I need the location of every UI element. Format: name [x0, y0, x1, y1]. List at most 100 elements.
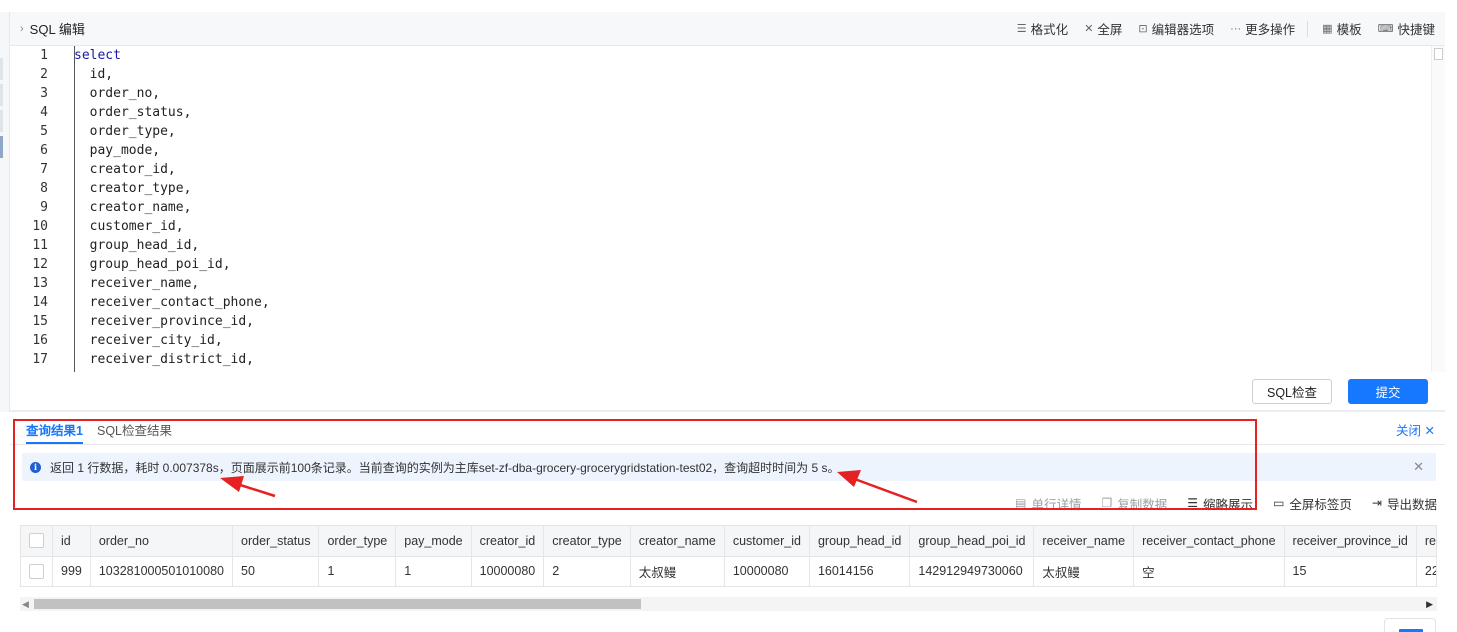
table-cell[interactable]: 太叔鳗: [1033, 556, 1135, 586]
line-number: 3: [40, 86, 48, 101]
code-line[interactable]: 11 group_head_id,: [10, 236, 199, 255]
code-line[interactable]: 15 receiver_province_id,: [10, 312, 254, 331]
code-text[interactable]: receiver_city_id,: [74, 331, 223, 350]
code-line[interactable]: 16 receiver_city_id,: [10, 331, 223, 350]
chevron-right-icon[interactable]: ›: [20, 23, 24, 35]
column-header[interactable]: order_status: [232, 526, 320, 557]
code-line[interactable]: 6 pay_mode,: [10, 141, 160, 160]
table-cell[interactable]: 16014156: [809, 556, 911, 586]
code-text[interactable]: pay_mode,: [74, 141, 160, 160]
code-text[interactable]: select: [74, 46, 121, 65]
code-line[interactable]: 17 receiver_district_id,: [10, 350, 254, 369]
column-header[interactable]: receiver_contact_phone: [1133, 526, 1285, 557]
code-text[interactable]: customer_id,: [74, 217, 184, 236]
editor-scroll-thumb[interactable]: [1434, 48, 1443, 60]
column-header[interactable]: pay_mode: [395, 526, 472, 557]
code-text[interactable]: receiver_district_id,: [74, 350, 254, 369]
table-row[interactable]: 999 103281000501010080 50 1 1 10000080 2 太叔鳗 100…: [21, 556, 1436, 586]
sql-code-editor[interactable]: 1 select 2 id, 3 order_no, 4 order_status, 5 …: [10, 46, 1445, 372]
close-icon: ✕: [1424, 424, 1435, 438]
column-header[interactable]: receiver_province_id: [1284, 526, 1417, 557]
close-icon[interactable]: ✕: [1413, 459, 1424, 475]
scroll-left-icon[interactable]: ◀: [22, 597, 29, 611]
editor-vertical-scrollbar[interactable]: [1431, 46, 1445, 372]
code-text[interactable]: creator_id,: [74, 160, 176, 179]
column-header[interactable]: order_no: [90, 526, 234, 557]
editor-options-button[interactable]: ⊡ 编辑器选项: [1138, 19, 1214, 38]
fullscreen-tab-label: 全屏标签页: [1289, 497, 1352, 512]
code-line[interactable]: 8 creator_type,: [10, 179, 191, 198]
code-text[interactable]: order_type,: [74, 122, 176, 141]
template-button[interactable]: ▦ 模板: [1322, 19, 1361, 38]
result-scroll-thumb[interactable]: [34, 599, 641, 609]
tab-sql-check-result[interactable]: SQL检查结果: [97, 420, 172, 444]
table-cell[interactable]: 103281000501010080: [90, 556, 234, 586]
fullscreen-tab-button[interactable]: ▭ 全屏标签页: [1273, 494, 1352, 513]
scroll-right-icon[interactable]: ▶: [1426, 597, 1433, 611]
code-line[interactable]: 9 creator_name,: [10, 198, 191, 217]
table-cell[interactable]: 22: [1416, 556, 1436, 586]
close-results-button[interactable]: 关闭 ✕: [1396, 420, 1435, 442]
table-cell[interactable]: 10000080: [471, 556, 545, 586]
table-cell[interactable]: 1: [318, 556, 397, 586]
shortcuts-button[interactable]: ⌨ 快捷键: [1378, 19, 1435, 38]
code-text[interactable]: order_status,: [74, 103, 192, 122]
code-text[interactable]: id,: [74, 65, 114, 84]
code-text[interactable]: creator_name,: [74, 198, 192, 217]
row-select-cell[interactable]: [21, 556, 53, 586]
floating-corner-widget[interactable]: [1384, 618, 1436, 632]
code-line[interactable]: 2 id,: [10, 65, 113, 84]
code-line[interactable]: 14 receiver_contact_phone,: [10, 293, 270, 312]
code-line[interactable]: 1 select: [10, 46, 121, 65]
fullscreen-button[interactable]: ✕ 全屏: [1084, 19, 1122, 38]
column-header[interactable]: creator_type: [543, 526, 631, 557]
code-line[interactable]: 13 receiver_name,: [10, 274, 199, 293]
table-cell[interactable]: 50: [232, 556, 320, 586]
code-line[interactable]: 7 creator_id,: [10, 160, 176, 179]
tab-query-result-1[interactable]: 查询结果1: [26, 420, 83, 444]
format-button[interactable]: ☰ 格式化: [1017, 19, 1068, 38]
select-all-cell[interactable]: [21, 526, 53, 557]
result-toolbar: ▤ 单行详情 ❐ 复制数据 ☰ 缩略展示 ▭ 全屏标签页 ⇥ 导出数据: [995, 494, 1437, 512]
editor-title[interactable]: › SQL 编辑: [10, 19, 85, 38]
code-text[interactable]: order_no,: [74, 84, 160, 103]
column-header[interactable]: id: [52, 526, 91, 557]
compact-view-button[interactable]: ☰ 缩略展示: [1187, 494, 1253, 513]
copy-data-button[interactable]: ❐ 复制数据: [1102, 494, 1168, 513]
column-header[interactable]: group_head_poi_id: [909, 526, 1035, 557]
table-cell[interactable]: 142912949730060: [909, 556, 1035, 586]
sql-check-button[interactable]: SQL检查: [1252, 379, 1332, 404]
column-header[interactable]: group_head_id: [809, 526, 911, 557]
more-actions-button[interactable]: ··· 更多操作: [1230, 19, 1295, 38]
table-cell[interactable]: 10000080: [724, 556, 810, 586]
column-header[interactable]: receiver_name: [1033, 526, 1135, 557]
column-header[interactable]: order_type: [318, 526, 397, 557]
code-text[interactable]: receiver_contact_phone,: [74, 293, 270, 312]
column-header[interactable]: customer_id: [724, 526, 810, 557]
code-text[interactable]: group_head_poi_id,: [74, 255, 231, 274]
result-horizontal-scrollbar[interactable]: ◀ ▶: [20, 597, 1437, 611]
code-text[interactable]: receiver_name,: [74, 274, 200, 293]
table-cell[interactable]: 空: [1133, 556, 1285, 586]
code-line[interactable]: 3 order_no,: [10, 84, 160, 103]
code-line[interactable]: 12 group_head_poi_id,: [10, 255, 231, 274]
code-line[interactable]: 5 order_type,: [10, 122, 176, 141]
table-cell[interactable]: 999: [52, 556, 91, 586]
select-all-checkbox[interactable]: [29, 533, 44, 549]
column-header[interactable]: creator_name: [630, 526, 725, 557]
table-cell[interactable]: 1: [395, 556, 472, 586]
code-line[interactable]: 4 order_status,: [10, 103, 191, 122]
code-text[interactable]: group_head_id,: [74, 236, 200, 255]
submit-button[interactable]: 提交: [1348, 379, 1428, 404]
code-text[interactable]: receiver_province_id,: [74, 312, 254, 331]
code-line[interactable]: 10 customer_id,: [10, 217, 184, 236]
row-detail-button[interactable]: ▤ 单行详情: [1015, 494, 1081, 513]
table-cell[interactable]: 15: [1284, 556, 1417, 586]
table-cell[interactable]: 2: [543, 556, 631, 586]
column-header[interactable]: creator_id: [471, 526, 545, 557]
export-data-button[interactable]: ⇥ 导出数据: [1372, 494, 1437, 513]
row-checkbox[interactable]: [29, 563, 44, 579]
code-text[interactable]: creator_type,: [74, 179, 192, 198]
column-header[interactable]: receiver_: [1416, 526, 1436, 557]
table-cell[interactable]: 太叔鳗: [630, 556, 725, 586]
